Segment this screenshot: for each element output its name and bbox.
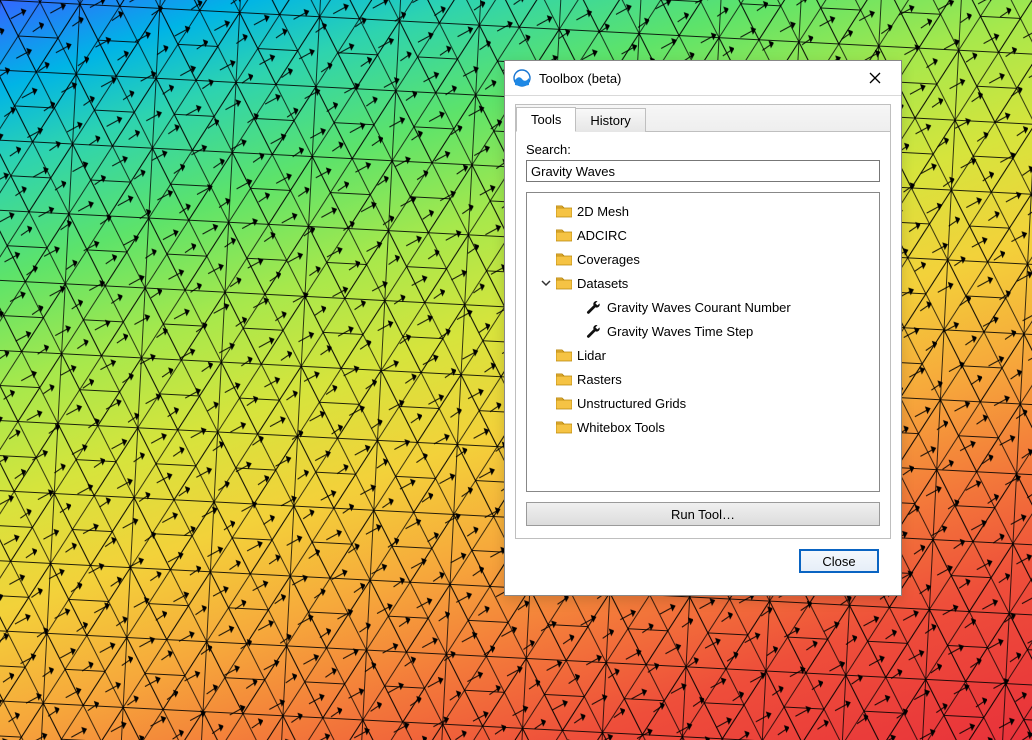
app-icon	[513, 69, 531, 87]
wrench-icon	[585, 323, 603, 339]
wrench-icon	[585, 299, 603, 315]
tree-item-label: Unstructured Grids	[577, 396, 686, 411]
folder-icon	[555, 420, 573, 434]
tree-item-label: Coverages	[577, 252, 640, 267]
folder-icon	[555, 228, 573, 242]
run-tool-button[interactable]: Run Tool…	[526, 502, 880, 526]
dialog-footer: Close	[515, 539, 891, 585]
close-button[interactable]: Close	[799, 549, 879, 573]
tree-item[interactable]: Rasters	[531, 367, 875, 391]
search-input[interactable]	[526, 160, 880, 182]
tree-item[interactable]: 2D Mesh	[531, 199, 875, 223]
tree-item-label: Gravity Waves Time Step	[607, 324, 753, 339]
tree-item-label: 2D Mesh	[577, 204, 629, 219]
tree-item-label: Lidar	[577, 348, 606, 363]
tree-item-label: Rasters	[577, 372, 622, 387]
folder-icon	[555, 396, 573, 410]
tree-item[interactable]: Coverages	[531, 247, 875, 271]
folder-icon	[555, 204, 573, 218]
tool-tree[interactable]: 2D Mesh ADCIRC Coverages Datasets Gravity Wa…	[526, 192, 880, 492]
tree-item-label: ADCIRC	[577, 228, 627, 243]
expand-toggle[interactable]	[539, 278, 553, 288]
tools-panel: Search: 2D Mesh ADCIRC Coverages Datasets Gr…	[515, 131, 891, 539]
tree-item[interactable]: Gravity Waves Time Step	[531, 319, 875, 343]
tab-tools[interactable]: Tools	[516, 107, 576, 132]
folder-icon	[555, 372, 573, 386]
window-title: Toolbox (beta)	[539, 71, 855, 86]
folder-icon	[555, 252, 573, 266]
tabstrip: Tools History	[515, 104, 891, 131]
tree-item[interactable]: Lidar	[531, 343, 875, 367]
toolbox-dialog: Toolbox (beta) Tools History Search: 2D …	[504, 60, 902, 596]
close-icon	[869, 72, 881, 84]
tree-item[interactable]: ADCIRC	[531, 223, 875, 247]
tab-history[interactable]: History	[575, 108, 645, 132]
chevron-down-icon	[541, 278, 551, 288]
folder-icon	[555, 276, 573, 290]
search-label: Search:	[526, 142, 880, 157]
tree-item-label: Datasets	[577, 276, 628, 291]
tree-item[interactable]: Unstructured Grids	[531, 391, 875, 415]
tree-item-label: Whitebox Tools	[577, 420, 665, 435]
tree-item[interactable]: Datasets	[531, 271, 875, 295]
tree-item[interactable]: Gravity Waves Courant Number	[531, 295, 875, 319]
tree-item[interactable]: Whitebox Tools	[531, 415, 875, 439]
folder-icon	[555, 348, 573, 362]
titlebar: Toolbox (beta)	[505, 61, 901, 96]
window-close-button[interactable]	[855, 64, 895, 92]
dialog-body: Tools History Search: 2D Mesh ADCIRC Cover…	[505, 96, 901, 595]
tree-item-label: Gravity Waves Courant Number	[607, 300, 791, 315]
